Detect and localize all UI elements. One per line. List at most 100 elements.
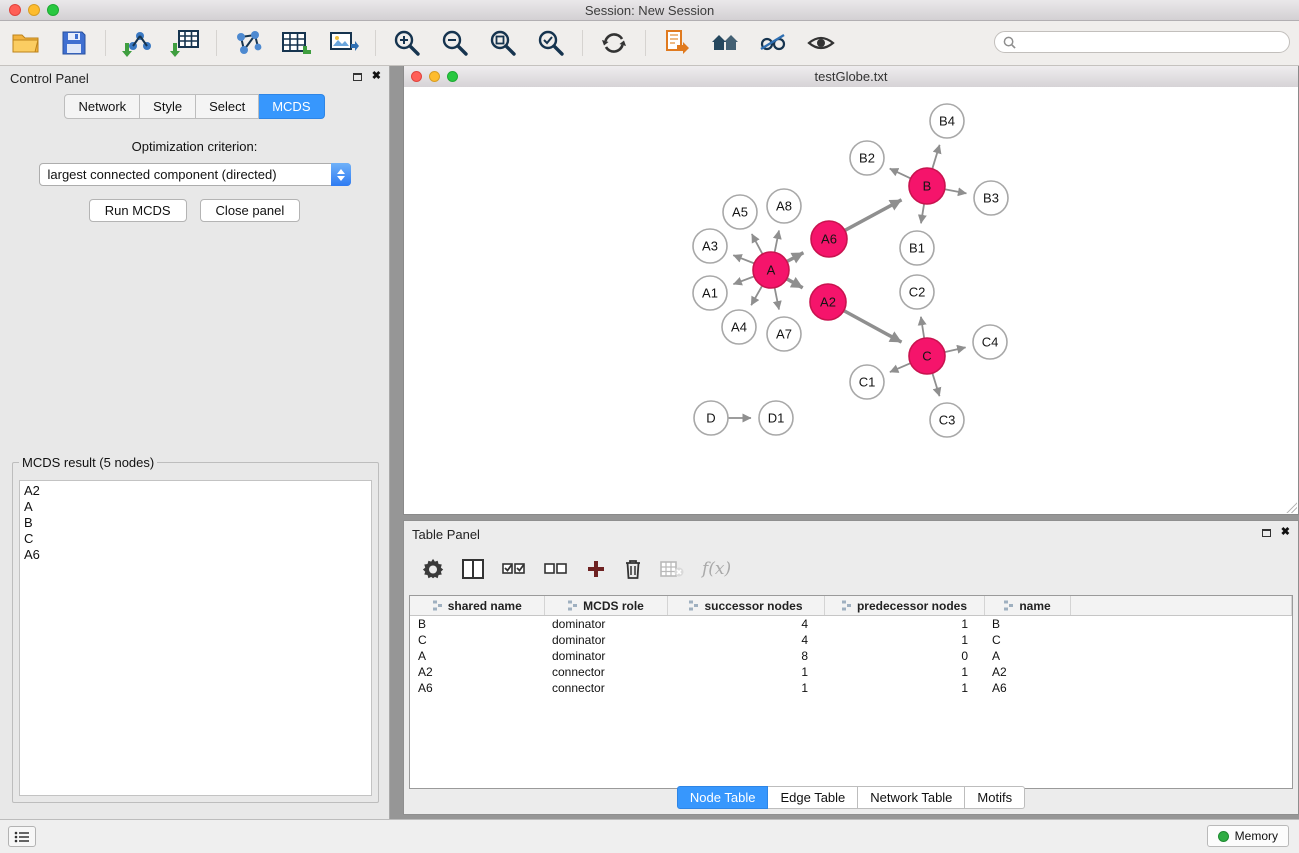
graph-node-A6[interactable]: A6 <box>811 221 847 257</box>
column-sort-icon[interactable] <box>1003 600 1014 611</box>
graph-node-A[interactable]: A <box>753 252 789 288</box>
graph-node-A8[interactable]: A8 <box>767 189 801 223</box>
edge-B-B4[interactable] <box>932 145 939 169</box>
result-item[interactable]: A2 <box>24 483 371 499</box>
table-cell[interactable]: 8 <box>667 648 824 664</box>
export-image-icon[interactable] <box>328 27 360 59</box>
open-session-icon[interactable] <box>10 27 42 59</box>
graph-node-A3[interactable]: A3 <box>693 229 727 263</box>
table-cell[interactable]: connector <box>544 664 667 680</box>
resize-grip[interactable] <box>1285 501 1297 513</box>
tab-network-table[interactable]: Network Table <box>858 786 965 809</box>
table-row[interactable]: A6connector11A6 <box>410 680 1292 696</box>
save-session-icon[interactable] <box>58 27 90 59</box>
network-icon[interactable] <box>232 27 264 59</box>
table-cell[interactable]: 1 <box>667 680 824 696</box>
refresh-view-icon[interactable] <box>598 27 630 59</box>
apply-function-button[interactable]: f(x) <box>702 554 731 584</box>
graph-node-D[interactable]: D <box>694 401 728 435</box>
table-cell[interactable]: 4 <box>667 632 824 648</box>
column-header-predecessor-nodes[interactable]: predecessor nodes <box>824 596 984 616</box>
table-cell[interactable]: A2 <box>410 664 544 680</box>
table-cell[interactable]: dominator <box>544 632 667 648</box>
network-canvas[interactable]: B4B2BB3A5A8A6A3B1AC2A1A2A4A7C4CC1C3DD1 <box>404 87 1298 514</box>
table-cell[interactable]: dominator <box>544 648 667 664</box>
table-cell[interactable]: dominator <box>544 616 667 633</box>
table-cell[interactable]: 0 <box>824 648 984 664</box>
tab-select[interactable]: Select <box>196 94 259 119</box>
table-cell[interactable]: 1 <box>824 664 984 680</box>
graph-node-C3[interactable]: C3 <box>930 403 964 437</box>
search-box[interactable] <box>994 31 1290 53</box>
table-cell[interactable]: A6 <box>410 680 544 696</box>
table-cell[interactable]: B <box>984 616 1070 633</box>
node-table-container[interactable]: shared nameMCDS rolesuccessor nodesprede… <box>409 595 1293 789</box>
edge-A-A4[interactable] <box>751 286 762 306</box>
zoom-out-icon[interactable] <box>439 27 471 59</box>
tab-style[interactable]: Style <box>140 94 196 119</box>
memory-button[interactable]: Memory <box>1207 825 1289 847</box>
column-header-shared-name[interactable]: shared name <box>410 596 544 616</box>
run-mcds-button[interactable]: Run MCDS <box>89 199 187 222</box>
table-row[interactable]: A2connector11A2 <box>410 664 1292 680</box>
delete-row-icon[interactable] <box>624 554 642 584</box>
edge-C-C1[interactable] <box>890 363 911 372</box>
edge-A-A8[interactable] <box>775 231 779 253</box>
session-file-icon[interactable] <box>661 27 693 59</box>
edge-B-B3[interactable] <box>945 189 967 193</box>
column-header-successor-nodes[interactable]: successor nodes <box>667 596 824 616</box>
table-cell[interactable]: 4 <box>667 616 824 633</box>
graph-node-C4[interactable]: C4 <box>973 325 1007 359</box>
tab-motifs[interactable]: Motifs <box>965 786 1025 809</box>
graph-node-A1[interactable]: A1 <box>693 276 727 310</box>
table-row[interactable]: Cdominator41C <box>410 632 1292 648</box>
graph-node-A5[interactable]: A5 <box>723 195 757 229</box>
column-sort-icon[interactable] <box>688 600 699 611</box>
close-panel-button[interactable]: Close panel <box>200 199 301 222</box>
edge-C-C3[interactable] <box>932 373 939 396</box>
home-icon[interactable] <box>709 27 741 59</box>
table-cell[interactable]: A <box>410 648 544 664</box>
result-item[interactable]: A6 <box>24 547 371 563</box>
new-table-icon[interactable] <box>280 27 312 59</box>
zoom-fit-content-icon[interactable] <box>487 27 519 59</box>
table-cell[interactable]: C <box>984 632 1070 648</box>
edge-A6-B[interactable] <box>845 200 902 231</box>
table-cell[interactable]: A <box>984 648 1070 664</box>
hide-glasses-icon[interactable] <box>757 27 789 59</box>
graph-node-B4[interactable]: B4 <box>930 104 964 138</box>
zoom-selected-icon[interactable] <box>535 27 567 59</box>
result-item[interactable]: C <box>24 531 371 547</box>
close-table-panel-icon[interactable]: ✖ <box>1281 527 1290 538</box>
edge-B-B2[interactable] <box>890 169 911 179</box>
tab-edge-table[interactable]: Edge Table <box>768 786 858 809</box>
table-cell[interactable]: connector <box>544 680 667 696</box>
result-item[interactable]: B <box>24 515 371 531</box>
table-row[interactable]: Bdominator41B <box>410 616 1292 633</box>
table-cell[interactable]: C <box>410 632 544 648</box>
graph-node-C1[interactable]: C1 <box>850 365 884 399</box>
table-cell[interactable]: 1 <box>824 632 984 648</box>
network-graph[interactable]: B4B2BB3A5A8A6A3B1AC2A1A2A4A7C4CC1C3DD1 <box>404 87 1298 514</box>
add-column-icon[interactable] <box>462 554 484 584</box>
select-all-rows-icon[interactable] <box>502 554 526 584</box>
import-table-from-file-icon[interactable] <box>169 27 201 59</box>
graph-node-A4[interactable]: A4 <box>722 310 756 344</box>
column-header-name[interactable]: name <box>984 596 1070 616</box>
graph-node-B3[interactable]: B3 <box>974 181 1008 215</box>
close-panel-icon[interactable]: ✖ <box>372 71 381 82</box>
table-cell[interactable]: A6 <box>984 680 1070 696</box>
table-row[interactable]: Adominator80A <box>410 648 1292 664</box>
graph-node-C[interactable]: C <box>909 338 945 374</box>
optimization-criterion-dropdown[interactable]: largest connected component (directed) <box>39 163 351 186</box>
edge-B-B1[interactable] <box>921 204 924 224</box>
column-sort-icon[interactable] <box>841 600 852 611</box>
edge-A-A1[interactable] <box>733 276 754 284</box>
edge-A-A3[interactable] <box>733 255 754 263</box>
column-header-mcds-role[interactable]: MCDS role <box>544 596 667 616</box>
add-row-icon[interactable] <box>586 554 606 584</box>
edge-C-C4[interactable] <box>945 347 966 352</box>
deselect-all-rows-icon[interactable] <box>544 554 568 584</box>
delete-table-icon[interactable] <box>660 554 684 584</box>
eye-icon[interactable] <box>805 27 837 59</box>
